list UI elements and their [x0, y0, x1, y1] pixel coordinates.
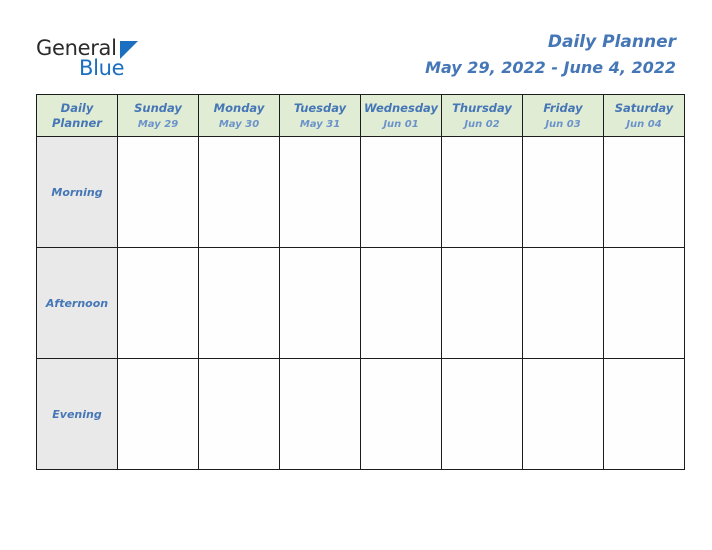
day-date: May 31 — [299, 118, 341, 130]
day-name: Friday — [543, 100, 583, 115]
day-name: Thursday — [452, 100, 512, 115]
slot-cell-evening-wednesday[interactable] — [360, 358, 442, 470]
day-name: Tuesday — [293, 100, 347, 115]
day-date: May 30 — [218, 118, 260, 130]
date-range: May 29, 2022 - June 4, 2022 — [425, 58, 676, 77]
slot-cell-afternoon-saturday[interactable] — [603, 247, 685, 359]
day-header-friday: Friday Jun 03 — [522, 94, 604, 137]
day-date: Jun 02 — [464, 118, 500, 130]
slot-cell-morning-sunday[interactable] — [117, 136, 199, 248]
brand-name-blue: Blue — [79, 56, 125, 80]
table-header-row: Daily Planner Sunday May 29 Monday May 3… — [36, 94, 685, 137]
slot-label-evening: Evening — [36, 358, 118, 470]
planner-table-head: Daily Planner Sunday May 29 Monday May 3… — [36, 94, 685, 137]
day-date: Jun 01 — [383, 118, 419, 130]
slot-cell-afternoon-sunday[interactable] — [117, 247, 199, 359]
day-header-wednesday: Wednesday Jun 01 — [360, 94, 442, 137]
table-row: Morning — [36, 136, 685, 248]
slot-cell-morning-thursday[interactable] — [441, 136, 523, 248]
slot-cell-afternoon-tuesday[interactable] — [279, 247, 361, 359]
slot-cell-afternoon-monday[interactable] — [198, 247, 280, 359]
page-title: Daily Planner — [547, 32, 676, 52]
slot-cell-afternoon-wednesday[interactable] — [360, 247, 442, 359]
slot-cell-afternoon-thursday[interactable] — [441, 247, 523, 359]
day-name: Monday — [213, 100, 265, 115]
slot-cell-evening-saturday[interactable] — [603, 358, 685, 470]
day-header-tuesday: Tuesday May 31 — [279, 94, 361, 137]
table-row: Evening — [36, 358, 685, 470]
slot-cell-morning-tuesday[interactable] — [279, 136, 361, 248]
title-block: Daily Planner May 29, 2022 - June 4, 202… — [425, 30, 676, 80]
slot-cell-morning-friday[interactable] — [522, 136, 604, 248]
planner-table-body: Morning Afternoon Evening — [36, 136, 685, 470]
table-corner-header: Daily Planner — [36, 94, 118, 137]
slot-label-text: Morning — [51, 186, 103, 199]
page-header: General Blue Daily Planner May 29, 2022 … — [0, 0, 712, 94]
day-date: Jun 04 — [626, 118, 662, 130]
day-date: May 29 — [137, 118, 179, 130]
brand-logo: General Blue — [36, 36, 216, 82]
day-header-sunday: Sunday May 29 — [117, 94, 199, 137]
day-header-monday: Monday May 30 — [198, 94, 280, 137]
slot-cell-evening-tuesday[interactable] — [279, 358, 361, 470]
slot-cell-morning-saturday[interactable] — [603, 136, 685, 248]
slot-label-text: Afternoon — [45, 297, 109, 310]
slot-cell-morning-wednesday[interactable] — [360, 136, 442, 248]
slot-cell-evening-friday[interactable] — [522, 358, 604, 470]
slot-label-text: Evening — [52, 408, 102, 421]
slot-cell-evening-monday[interactable] — [198, 358, 280, 470]
corner-title-line-1: Daily — [60, 100, 94, 115]
slot-cell-morning-monday[interactable] — [198, 136, 280, 248]
slot-cell-evening-sunday[interactable] — [117, 358, 199, 470]
slot-cell-evening-thursday[interactable] — [441, 358, 523, 470]
day-name: Saturday — [614, 100, 674, 115]
slot-label-afternoon: Afternoon — [36, 247, 118, 359]
day-header-saturday: Saturday Jun 04 — [603, 94, 685, 137]
day-name: Sunday — [134, 100, 182, 115]
planner-table: Daily Planner Sunday May 29 Monday May 3… — [36, 94, 685, 470]
day-name: Wednesday — [364, 100, 438, 115]
slot-cell-afternoon-friday[interactable] — [522, 247, 604, 359]
slot-label-morning: Morning — [36, 136, 118, 248]
corner-title-line-2: Planner — [52, 115, 102, 130]
day-header-thursday: Thursday Jun 02 — [441, 94, 523, 137]
day-date: Jun 03 — [545, 118, 581, 130]
table-row: Afternoon — [36, 247, 685, 359]
